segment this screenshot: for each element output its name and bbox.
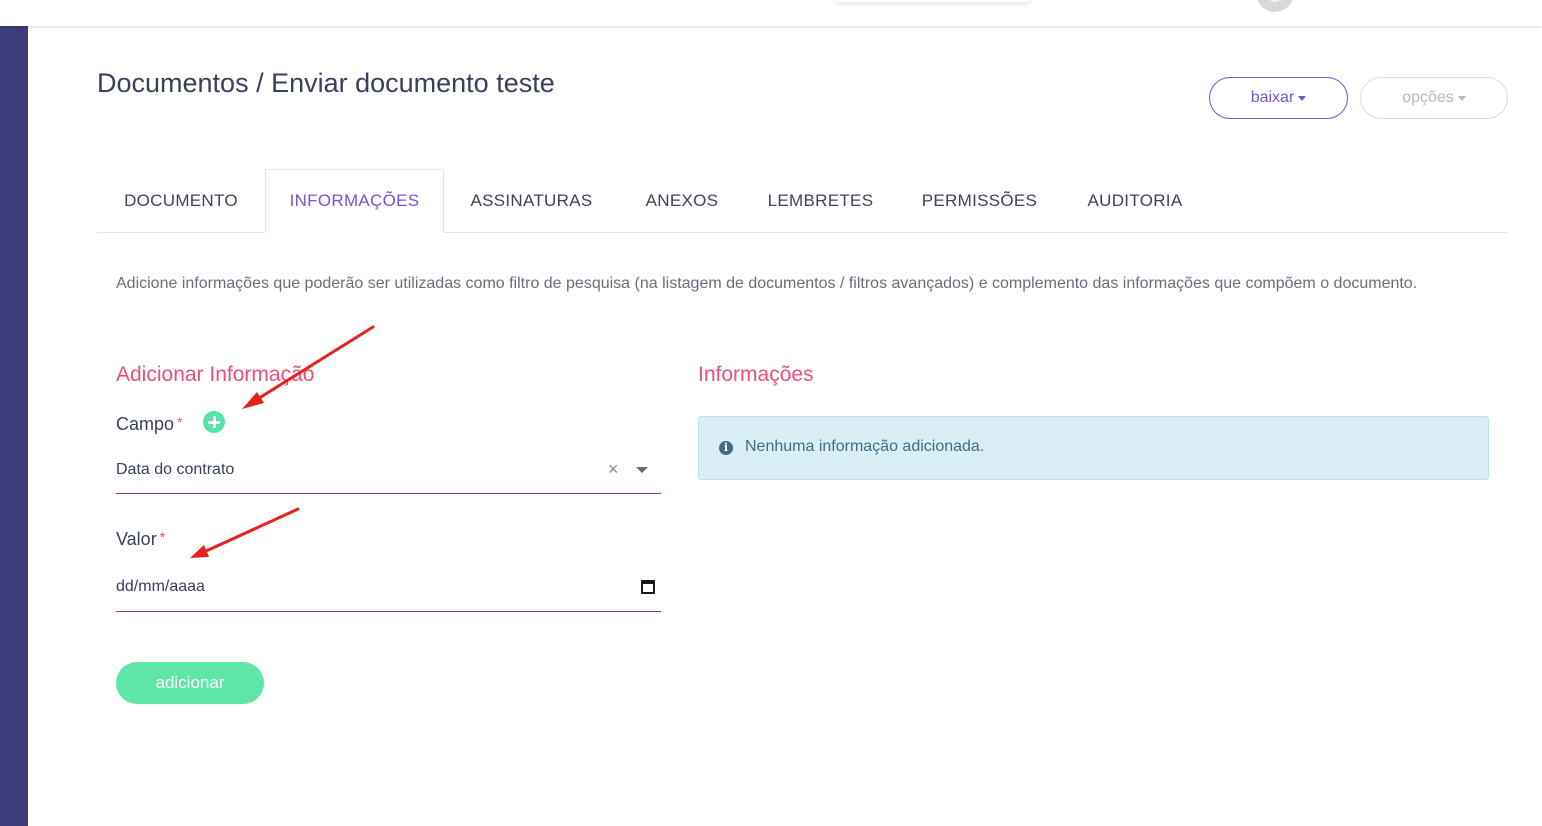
add-button[interactable]: adicionar	[116, 662, 264, 704]
tab-informacoes[interactable]: INFORMAÇÕES	[265, 169, 444, 233]
valor-label-text: Valor	[116, 529, 157, 549]
tab-auditoria[interactable]: AUDITORIA	[1073, 169, 1197, 233]
required-mark: *	[159, 529, 166, 545]
chevron-down-icon	[1298, 95, 1307, 101]
empty-info-message: Nenhuma informação adicionada.	[745, 438, 985, 455]
empty-info-alert: i Nenhuma informação adicionada.	[698, 416, 1489, 480]
add-info-title: Adicionar Informação	[116, 363, 315, 386]
tab-documento[interactable]: DOCUMENTO	[97, 169, 265, 233]
close-icon[interactable]: ×	[608, 459, 619, 480]
date-placeholder: dd/mm/aaaa	[116, 578, 205, 595]
chevron-down-icon[interactable]	[636, 467, 648, 473]
tab-lembretes[interactable]: LEMBRETES	[757, 169, 884, 233]
options-button-label: opções	[1402, 89, 1454, 106]
tab-bar: DOCUMENTO INFORMAÇÕES ASSINATURAS ANEXOS…	[97, 169, 1508, 233]
avatar[interactable]	[1256, 0, 1294, 12]
valor-label: Valor *	[116, 529, 165, 550]
navbar-dropdown-edge	[835, 0, 1030, 2]
info-circle-icon: i	[719, 441, 733, 455]
tab-permissoes[interactable]: PERMISSÕES	[910, 169, 1049, 233]
campo-label-text: Campo	[116, 414, 175, 434]
campo-select[interactable]: Data do contrato ×	[116, 448, 661, 494]
options-button[interactable]: opções	[1360, 77, 1508, 119]
tab-anexos[interactable]: ANEXOS	[627, 169, 737, 233]
informacoes-title: Informações	[698, 363, 814, 386]
description-text: Adicione informações que poderão ser uti…	[116, 275, 1418, 292]
calendar-icon[interactable]	[641, 580, 655, 594]
download-button-label: baixar	[1250, 89, 1295, 106]
tab-assinaturas[interactable]: ASSINATURAS	[454, 169, 609, 233]
campo-select-value: Data do contrato	[116, 461, 235, 478]
top-navbar	[0, 0, 1542, 26]
chevron-down-icon	[1457, 95, 1466, 101]
download-button[interactable]: baixar	[1209, 77, 1348, 119]
sidebar	[0, 26, 28, 826]
valor-date-input[interactable]: dd/mm/aaaa	[116, 564, 661, 612]
annotation-arrow-valor	[190, 507, 300, 558]
page-title: Documentos / Enviar documento teste	[97, 68, 555, 98]
required-mark: *	[177, 414, 183, 430]
campo-label: Campo *	[116, 414, 182, 435]
plus-circle-icon[interactable]	[203, 411, 225, 433]
